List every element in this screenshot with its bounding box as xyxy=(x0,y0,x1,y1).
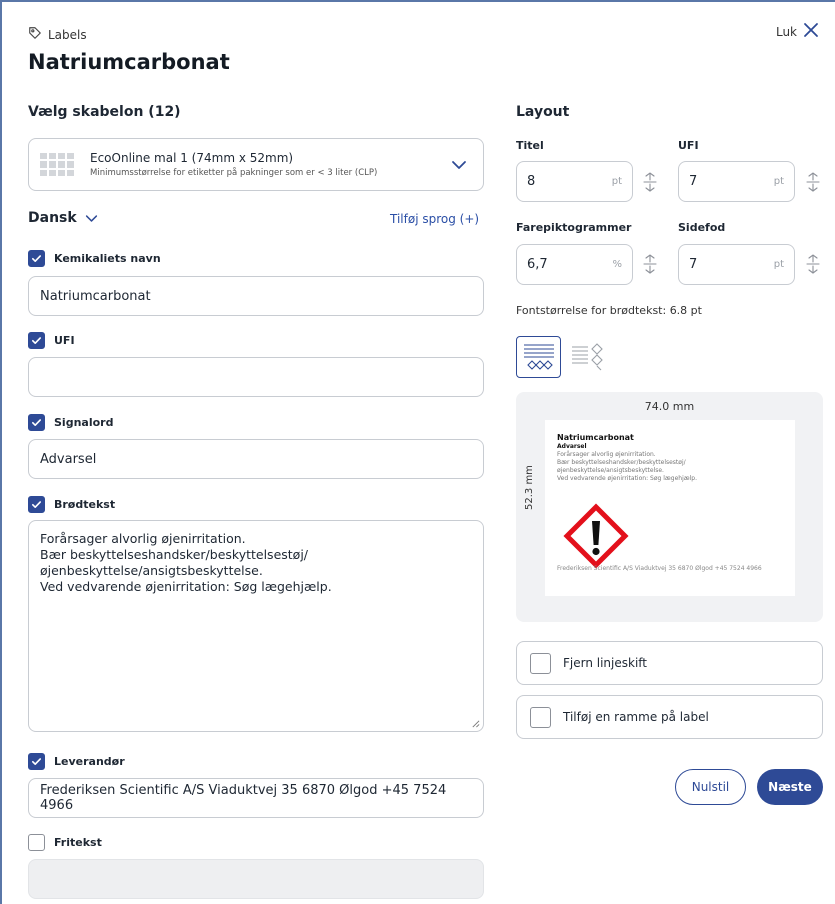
preview-body-line: Bær beskyttelseshandsker/beskyttelsestøj… xyxy=(557,459,686,466)
layout-side-icon xyxy=(572,343,603,371)
title-size-label: Titel xyxy=(516,139,544,152)
free-text-toggle[interactable]: Fritekst xyxy=(28,834,102,851)
preview-body-line: Ved vedvarende øjenirritation: Søg lægeh… xyxy=(557,475,698,482)
breadcrumb[interactable]: Labels xyxy=(28,26,87,43)
chevron-down-icon xyxy=(452,161,466,169)
close-button[interactable]: Luk xyxy=(776,22,819,41)
preview-chemical-name: Natriumcarbonat xyxy=(557,433,634,442)
checkbox-unchecked[interactable] xyxy=(28,834,45,851)
chevron-down-icon xyxy=(85,214,97,222)
checkbox-checked[interactable] xyxy=(28,496,45,513)
footer-size-input[interactable]: 7 pt xyxy=(678,244,795,285)
signal-word-label: Signalord xyxy=(54,416,114,429)
layout-stacked-icon xyxy=(523,344,554,370)
footer-size-value: 7 xyxy=(689,257,698,272)
body-font-size-info: Fontstørrelse for brødtekst: 6.8 pt xyxy=(516,304,702,317)
body-text-line: øjenbeskyttelse/ansigtsbeskyttelse. xyxy=(40,563,263,578)
chemical-name-label: Kemikaliets navn xyxy=(54,252,161,265)
body-text-textarea[interactable]: Forårsager alvorlig øjenirritation. Bær … xyxy=(28,520,484,732)
signal-word-value: Advarsel xyxy=(40,451,97,467)
reset-button[interactable]: Nulstil xyxy=(675,769,746,805)
ufi-input[interactable] xyxy=(28,357,484,397)
ufi-size-input[interactable]: 7 pt xyxy=(678,161,795,202)
checkbox-unchecked[interactable] xyxy=(530,652,551,674)
stepper-icon[interactable] xyxy=(806,253,820,275)
add-frame-option[interactable]: Tilføj en ramme på label xyxy=(516,695,823,739)
language-label: Dansk xyxy=(28,210,77,226)
checkbox-unchecked[interactable] xyxy=(530,706,551,728)
template-name: EcoOnline mal 1 (74mm x 52mm) xyxy=(90,151,294,165)
template-heading: Vælg skabelon (12) xyxy=(28,104,181,120)
stepper-icon[interactable] xyxy=(643,253,657,275)
preview-width: 74.0 mm xyxy=(644,400,695,413)
preview-supplier: Frederiksen Scientific A/S Viaduktvej 35… xyxy=(557,565,762,572)
title-size-input[interactable]: 8 pt xyxy=(516,161,633,202)
breadcrumb-label: Labels xyxy=(48,27,87,42)
ufi-size-unit: pt xyxy=(773,176,784,187)
template-description: Minimumsstørrelse for etiketter på pakni… xyxy=(90,168,378,178)
pictogram-size-label: Farepiktogrammer xyxy=(516,221,632,234)
layout-option-stacked[interactable] xyxy=(516,336,561,378)
close-icon xyxy=(803,22,819,41)
supplier-toggle[interactable]: Leverandør xyxy=(28,753,125,770)
stepper-icon[interactable] xyxy=(643,171,657,193)
supplier-label: Leverandør xyxy=(54,755,125,768)
title-size-value: 8 xyxy=(527,174,536,189)
title-size-unit: pt xyxy=(611,176,622,187)
template-grid-icon xyxy=(40,152,74,177)
layout-option-side[interactable] xyxy=(568,338,608,376)
pictogram-size-input[interactable]: 6,7 % xyxy=(516,244,633,285)
ufi-size-value: 7 xyxy=(689,174,698,189)
preview-height: 52.3 mm xyxy=(524,465,535,510)
checkbox-checked[interactable] xyxy=(28,332,45,349)
next-button[interactable]: Næste xyxy=(757,769,823,805)
remove-linebreaks-label: Fjern linjeskift xyxy=(563,656,648,670)
pictogram-size-value: 6,7 xyxy=(527,257,548,272)
add-language-link[interactable]: Tilføj sprog (+) xyxy=(390,212,479,226)
chemical-name-toggle[interactable]: Kemikaliets navn xyxy=(28,250,161,267)
free-text-label: Fritekst xyxy=(54,836,102,849)
language-dropdown[interactable]: Dansk xyxy=(28,210,98,226)
pictogram-size-unit: % xyxy=(612,259,622,270)
signal-word-input[interactable]: Advarsel xyxy=(28,439,484,479)
remove-linebreaks-option[interactable]: Fjern linjeskift xyxy=(516,641,823,685)
body-text-toggle[interactable]: Brødtekst xyxy=(28,496,115,513)
preview-body-text: Forårsager alvorlig øjenirritation. Bær … xyxy=(557,451,697,483)
checkbox-checked[interactable] xyxy=(28,250,45,267)
preview-signal-word: Advarsel xyxy=(557,443,587,450)
ghs-exclamation-pictogram-icon xyxy=(563,503,629,569)
checkbox-checked[interactable] xyxy=(28,414,45,431)
signal-word-toggle[interactable]: Signalord xyxy=(28,414,113,431)
body-text-line: Forårsager alvorlig øjenirritation. xyxy=(40,531,246,546)
label-sheet: Natriumcarbonat Advarsel Forårsager alvo… xyxy=(545,420,795,596)
chemical-name-value: Natriumcarbonat xyxy=(40,288,151,304)
tag-icon xyxy=(28,26,42,43)
ufi-size-label: UFI xyxy=(678,139,699,152)
body-text-label: Brødtekst xyxy=(54,498,116,511)
supplier-input[interactable]: Frederiksen Scientific A/S Viaduktvej 35… xyxy=(28,778,484,818)
supplier-value: Frederiksen Scientific A/S Viaduktvej 35… xyxy=(40,783,447,813)
ufi-toggle[interactable]: UFI xyxy=(28,332,75,349)
checkbox-checked[interactable] xyxy=(28,753,45,770)
resize-handle-icon[interactable] xyxy=(471,719,480,728)
footer-size-unit: pt xyxy=(773,259,784,270)
chemical-name-input[interactable]: Natriumcarbonat xyxy=(28,276,484,316)
preview-body-line: Forårsager alvorlig øjenirritation. xyxy=(557,451,656,458)
body-text-line: Bær beskyttelseshandsker/beskyttelsestøj… xyxy=(40,547,308,562)
layout-heading: Layout xyxy=(516,104,570,120)
label-preview: 74.0 mm 52.3 mm Natriumcarbonat Advarsel… xyxy=(516,392,823,622)
stepper-icon[interactable] xyxy=(806,171,820,193)
template-select[interactable]: EcoOnline mal 1 (74mm x 52mm) Minimumsst… xyxy=(28,138,484,191)
ufi-label: UFI xyxy=(54,334,75,347)
footer-size-label: Sidefod xyxy=(678,221,726,234)
close-label: Luk xyxy=(775,24,797,39)
free-text-input xyxy=(28,859,484,899)
add-frame-label: Tilføj en ramme på label xyxy=(563,710,709,724)
preview-body-line: øjenbeskyttelse/ansigtsbeskyttelse. xyxy=(557,467,664,474)
page-title: Natriumcarbonat xyxy=(28,50,230,74)
body-text-line: Ved vedvarende øjenirritation: Søg lægeh… xyxy=(40,579,332,594)
